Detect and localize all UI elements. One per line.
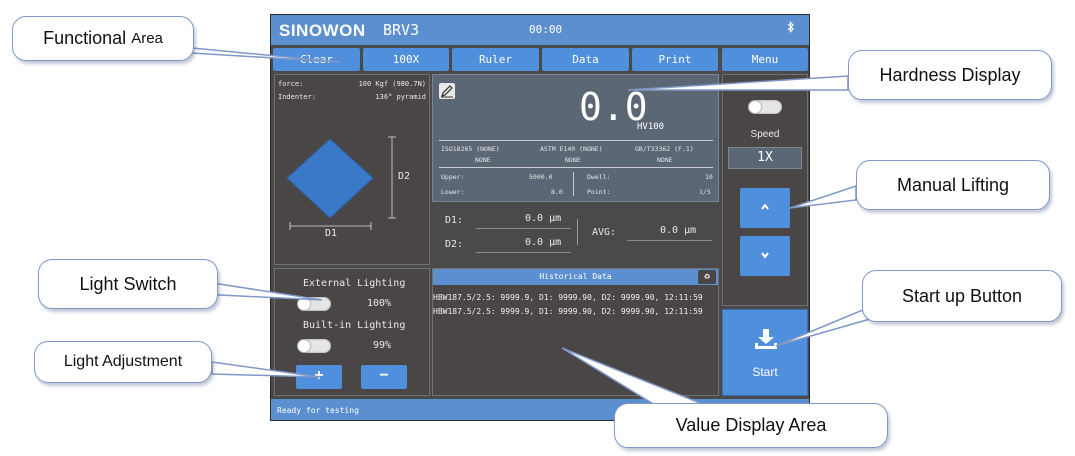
brand-logo: SINOWON	[279, 21, 366, 40]
d1-axis-label: D1	[325, 228, 338, 239]
standard-value-1: NONE	[475, 156, 491, 164]
arrow-up-icon	[760, 202, 770, 214]
dwell-label: Dwell:	[587, 173, 611, 181]
manual-lifting-panel: Speed 1X	[722, 74, 808, 306]
data-button[interactable]: Data	[542, 48, 629, 71]
d1-value[interactable]: 0.0 μm	[525, 213, 561, 224]
dwell-value: 10	[705, 173, 713, 181]
menu-button[interactable]: Menu	[722, 48, 808, 71]
avg-value: 0.0 μm	[660, 225, 697, 236]
upper-value: 5000.0	[529, 173, 553, 181]
historical-data-title: Historical Data	[539, 272, 612, 281]
callout-hardness-display: Hardness Display	[848, 50, 1052, 100]
history-row: HBW187.5/2.5: 9999.9, D1: 9999.90, D2: 9…	[433, 293, 703, 302]
callout-functional-area: Functional Area	[12, 16, 194, 61]
callout-value-display-area: Value Display Area	[614, 403, 888, 448]
external-lighting-label: External Lighting	[303, 278, 406, 289]
divider	[439, 140, 713, 141]
upper-label: Upper:	[441, 173, 465, 181]
historical-data-panel: Historical Data ♻ HBW187.5/2.5: 9999.9, …	[432, 268, 719, 396]
pencil-icon[interactable]	[439, 83, 455, 99]
device-screen: SINOWON BRV3 00:00 Clear 100X Ruler Data…	[270, 14, 810, 421]
start-button[interactable]: Start	[722, 309, 808, 396]
ruler-button[interactable]: Ruler	[452, 48, 539, 71]
recycle-icon[interactable]: ♻	[698, 270, 716, 284]
external-lighting-switch[interactable]	[297, 297, 331, 311]
standard-name-3: GB/T33362 (F.1)	[635, 145, 694, 153]
avg-label: AVG:	[592, 227, 617, 238]
clear-button[interactable]: Clear	[273, 48, 360, 71]
callout-light-adjustment: Light Adjustment	[34, 341, 212, 383]
lighting-panel: External Lighting 100% Built-in Lighting…	[274, 268, 430, 396]
callout-manual-lifting: Manual Lifting	[856, 160, 1050, 210]
hardness-unit: HV100	[637, 122, 665, 132]
download-tray-icon	[754, 328, 778, 355]
zoom-100x-button[interactable]: 100X	[363, 48, 449, 71]
divider	[573, 172, 574, 196]
speed-value[interactable]: 1X	[728, 147, 802, 169]
measurement-area: D1: 0.0 μm D2: 0.0 μm AVG: 0.0 μm	[432, 204, 719, 266]
standard-name-2: ASTM E140 (NONE)	[540, 145, 603, 153]
print-button[interactable]: Print	[632, 48, 718, 71]
clock: 00:00	[529, 23, 563, 36]
builtin-lighting-label: Built-in Lighting	[303, 320, 406, 331]
arrow-down-icon	[760, 250, 770, 262]
standard-value-3: NONE	[657, 156, 673, 164]
lift-down-button[interactable]	[740, 236, 790, 276]
lift-switch[interactable]	[748, 100, 782, 114]
model-name: BRV3	[383, 21, 420, 39]
d2-label: D2:	[445, 239, 464, 250]
hardness-display: 0.0 HV100 ISO18265 (NONE) NONE ASTM E140…	[432, 74, 719, 202]
light-decrease-button[interactable]: −	[361, 365, 407, 389]
d1-label: D1:	[445, 215, 464, 226]
status-text: Ready for testing	[277, 406, 359, 415]
external-lighting-value: 100%	[367, 298, 392, 309]
builtin-lighting-value: 99%	[373, 340, 392, 351]
divider	[439, 167, 713, 168]
history-row: HBW187.5/2.5: 9999.9, D1: 9999.90, D2: 9…	[433, 307, 703, 316]
standard-name-1: ISO18265 (NONE)	[441, 145, 500, 153]
callout-light-switch: Light Switch	[38, 259, 218, 309]
point-label: Point:	[587, 188, 611, 196]
light-increase-button[interactable]: +	[296, 365, 342, 389]
historical-data-header: Historical Data ♻	[433, 269, 718, 285]
title-bar: SINOWON BRV3 00:00	[271, 15, 809, 45]
point-value: 1/5	[699, 188, 711, 196]
indenter-panel: force: 100 Kgf (980.7N) Indenter: 136° p…	[274, 74, 430, 265]
lower-value: 8.0	[551, 188, 563, 196]
indentation-shape	[286, 138, 374, 219]
start-label: Start	[752, 365, 778, 379]
callout-start-up-button: Start up Button	[862, 270, 1062, 322]
standard-value-2: NONE	[565, 156, 581, 164]
functional-menu-bar: Clear 100X Ruler Data Print Menu	[271, 46, 809, 72]
builtin-lighting-switch[interactable]	[297, 339, 331, 353]
bluetooth-icon[interactable]	[787, 21, 795, 36]
d2-value[interactable]: 0.0 μm	[525, 237, 561, 248]
lift-up-button[interactable]	[740, 188, 790, 228]
lower-label: Lower:	[441, 188, 465, 196]
speed-label: Speed	[750, 129, 780, 140]
d2-axis-label: D2	[398, 171, 411, 182]
